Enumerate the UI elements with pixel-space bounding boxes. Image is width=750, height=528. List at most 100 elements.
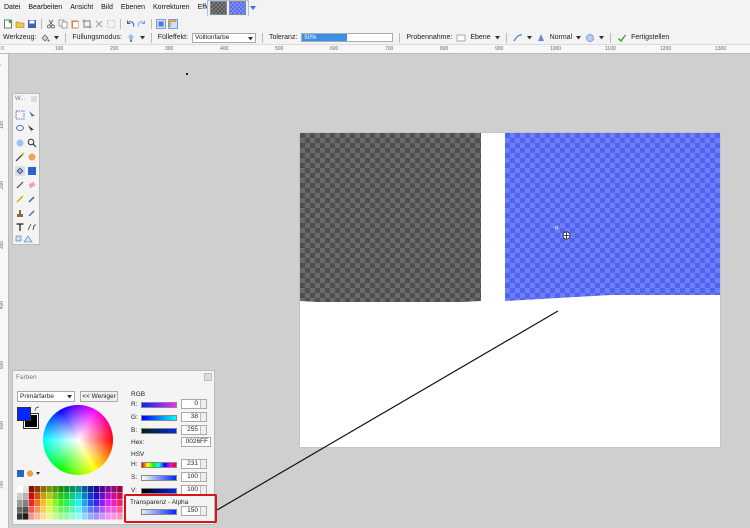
magic-wand-icon[interactable]: [15, 152, 25, 162]
palette-swatch[interactable]: [52, 486, 58, 493]
shapes-triangle-icon[interactable]: [23, 234, 33, 244]
pan-hand-icon[interactable]: [27, 152, 37, 162]
layer-sampling-icon[interactable]: [456, 33, 466, 43]
undo-icon[interactable]: [125, 19, 135, 29]
chevron-down-icon[interactable]: [526, 35, 532, 40]
menu-adjustments[interactable]: Korrekturen: [149, 0, 194, 16]
palette-swatch[interactable]: [34, 492, 41, 500]
palette-swatch[interactable]: [93, 486, 100, 493]
palette-swatch[interactable]: [64, 506, 70, 513]
palette-swatch[interactable]: [111, 506, 117, 513]
chevron-down-icon[interactable]: [250, 6, 256, 11]
move-selection-icon[interactable]: [27, 110, 37, 120]
rulers-icon[interactable]: [168, 18, 178, 29]
palette-swatch[interactable]: [81, 506, 88, 513]
palette-swatch[interactable]: [46, 499, 52, 506]
redo-icon[interactable]: [137, 19, 147, 29]
antialiasing-icon[interactable]: [513, 33, 523, 43]
palette-swatch[interactable]: [40, 499, 47, 506]
palette-swatch[interactable]: [117, 513, 123, 520]
blue-slider[interactable]: [141, 428, 177, 434]
move-pixels-icon[interactable]: [27, 124, 37, 134]
fewer-button[interactable]: << Weniger: [80, 391, 118, 402]
chevron-down-icon[interactable]: [139, 35, 145, 40]
recolor-icon[interactable]: [27, 208, 37, 218]
palette-swatch[interactable]: [87, 499, 94, 506]
palette-swatch[interactable]: [28, 492, 35, 500]
palette-swatch[interactable]: [75, 492, 82, 500]
color-palette[interactable]: [17, 486, 123, 520]
blue-input[interactable]: 255: [181, 425, 207, 435]
chevron-down-icon[interactable]: [494, 35, 500, 40]
palette-swatch[interactable]: [46, 492, 52, 500]
palette-swatch[interactable]: [87, 486, 94, 493]
blend-mode-icon[interactable]: [536, 33, 546, 43]
palette-swatch[interactable]: [52, 513, 58, 520]
green-slider[interactable]: [141, 415, 177, 421]
green-spinner[interactable]: [200, 413, 206, 421]
palette-swatch[interactable]: [17, 499, 23, 506]
copy-icon[interactable]: [58, 19, 68, 29]
chevron-down-icon[interactable]: [599, 35, 605, 40]
palette-swatch[interactable]: [81, 492, 88, 500]
ellipse-select-icon[interactable]: [15, 138, 25, 148]
palette-swatch[interactable]: [17, 513, 23, 520]
palette-swatch[interactable]: [87, 513, 94, 520]
new-file-icon[interactable]: [3, 19, 13, 29]
red-input[interactable]: 0: [181, 399, 207, 409]
crop-icon[interactable]: [82, 19, 92, 29]
palette-swatch[interactable]: [40, 513, 47, 520]
palette-swatch[interactable]: [22, 513, 29, 520]
palette-swatch[interactable]: [99, 486, 105, 493]
palette-swatch[interactable]: [87, 506, 94, 513]
palette-swatch[interactable]: [75, 513, 82, 520]
palette-swatch[interactable]: [52, 506, 58, 513]
hue-spinner[interactable]: [200, 460, 206, 468]
saturation-spinner[interactable]: [200, 473, 206, 481]
tolerance-slider[interactable]: 50%: [301, 33, 394, 42]
palette-swatch[interactable]: [93, 499, 100, 506]
lasso-icon[interactable]: [15, 124, 25, 134]
resize-icon[interactable]: [106, 19, 116, 29]
palette-swatch[interactable]: [22, 506, 29, 513]
deselect-icon[interactable]: [94, 19, 104, 29]
palette-grid[interactable]: [17, 486, 123, 520]
rectangle-select-icon[interactable]: [15, 110, 25, 120]
alpha-blending-icon[interactable]: [585, 33, 595, 43]
palette-swatch[interactable]: [81, 486, 88, 493]
open-folder-icon[interactable]: [15, 19, 25, 29]
fill-effect-dropdown[interactable]: Volltonfarbe: [191, 32, 256, 43]
value-spinner[interactable]: [200, 486, 206, 494]
tools-panel-close[interactable]: [31, 96, 37, 102]
color-wheel[interactable]: [43, 405, 113, 475]
clone-stamp-icon[interactable]: [15, 208, 25, 218]
color-mode-icons[interactable]: [17, 470, 41, 478]
palette-swatch[interactable]: [75, 506, 82, 513]
gradient-icon[interactable]: [27, 166, 37, 176]
palette-swatch[interactable]: [64, 486, 70, 493]
paint-bucket-icon[interactable]: [40, 33, 50, 43]
palette-swatch[interactable]: [64, 499, 70, 506]
palette-swatch[interactable]: [111, 499, 117, 506]
cut-icon[interactable]: [46, 19, 56, 29]
palette-swatch[interactable]: [34, 486, 41, 493]
paint-bucket-tool-icon[interactable]: [15, 166, 25, 176]
palette-swatch[interactable]: [105, 506, 111, 513]
zoom-icon[interactable]: [27, 138, 37, 148]
palette-swatch[interactable]: [58, 499, 64, 506]
palette-swatch[interactable]: [99, 499, 105, 506]
palette-swatch[interactable]: [87, 492, 94, 500]
palette-swatch[interactable]: [46, 513, 52, 520]
palette-swatch[interactable]: [17, 492, 23, 500]
palette-swatch[interactable]: [111, 513, 117, 520]
palette-swatch[interactable]: [64, 492, 70, 500]
primary-color-dropdown[interactable]: Primärfarbe: [17, 391, 75, 402]
palette-swatch[interactable]: [58, 486, 64, 493]
palette-swatch[interactable]: [111, 486, 117, 493]
palette-swatch[interactable]: [58, 506, 64, 513]
red-slider[interactable]: [141, 402, 177, 408]
menu-file[interactable]: Datei: [0, 0, 24, 16]
palette-swatch[interactable]: [99, 492, 105, 500]
palette-swatch[interactable]: [105, 486, 111, 493]
palette-swatch[interactable]: [111, 492, 117, 500]
